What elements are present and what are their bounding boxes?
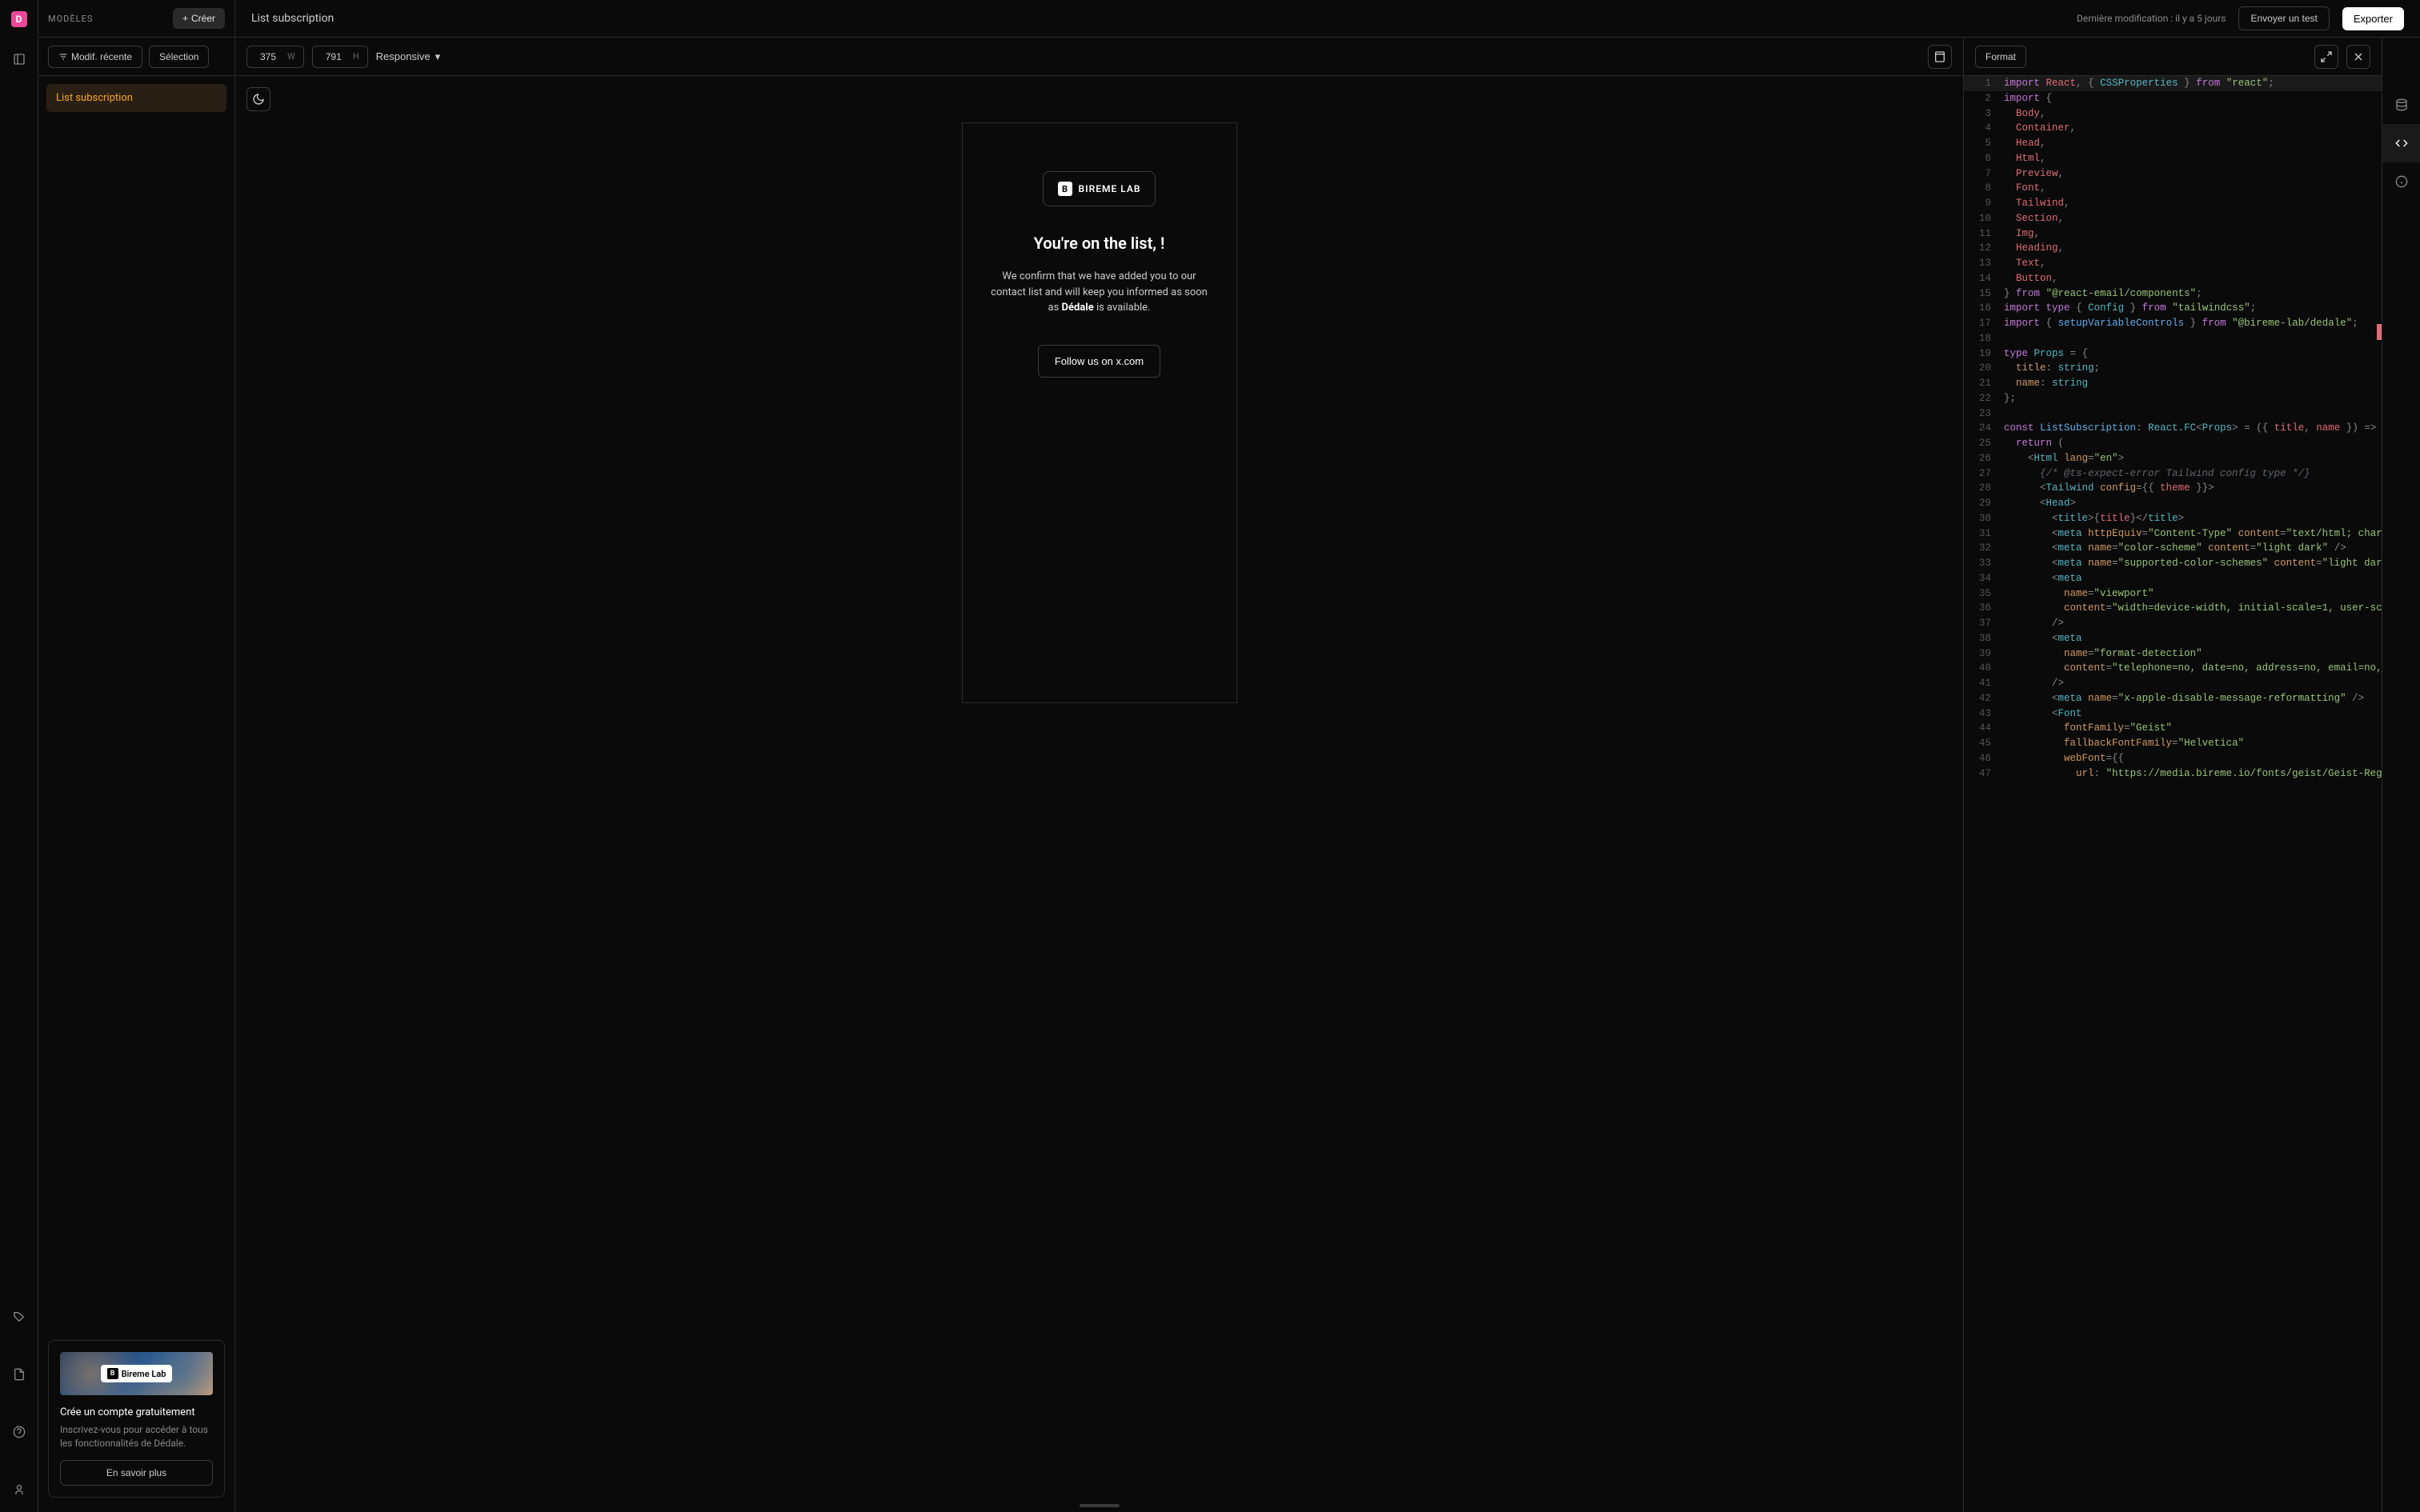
code-line[interactable]: 21 name: string (1964, 376, 2382, 391)
error-marker (2377, 324, 2382, 340)
send-test-button[interactable]: Envoyer un test (2238, 6, 2329, 30)
device-selector[interactable]: Responsive ▾ (376, 50, 440, 63)
horizontal-scrollbar[interactable] (1080, 1504, 1120, 1507)
code-line[interactable]: 26 <Html lang="en"> (1964, 451, 2382, 466)
code-line[interactable]: 23 (1964, 406, 2382, 422)
info-icon[interactable] (2382, 162, 2420, 201)
code-icon[interactable] (2382, 124, 2420, 162)
code-line[interactable]: 34 <meta (1964, 571, 2382, 586)
device-frame-button[interactable] (1928, 45, 1952, 69)
email-brand-logo: B BIREME LAB (1043, 171, 1156, 206)
promo-title: Crée un compte gratuitement (60, 1406, 213, 1418)
code-line[interactable]: 46 webFont={{ (1964, 751, 2382, 766)
help-icon[interactable] (10, 1422, 29, 1442)
code-line[interactable]: 27 {/* @ts-expect-error Tailwind config … (1964, 466, 2382, 482)
height-label: H (353, 51, 359, 62)
code-line[interactable]: 18 (1964, 331, 2382, 346)
email-cta-button[interactable]: Follow us on x.com (1038, 345, 1160, 378)
code-line[interactable]: 29 <Head> (1964, 496, 2382, 511)
tag-icon[interactable] (10, 1307, 29, 1326)
code-line[interactable]: 10 Section, (1964, 211, 2382, 226)
database-icon[interactable] (2382, 86, 2420, 124)
page-title: List subscription (251, 12, 334, 25)
create-button[interactable]: + Créer (173, 8, 225, 29)
code-line[interactable]: 28 <Tailwind config={{ theme }}> (1964, 481, 2382, 496)
tab-recent[interactable]: Modif. récente (48, 46, 142, 68)
preview-viewport[interactable]: B BIREME LAB You're on the list, ! We co… (235, 122, 1963, 1499)
code-line[interactable]: 19type Props = { (1964, 346, 2382, 362)
promo-description: Inscrivez-vous pour accéder à tous les f… (60, 1423, 213, 1450)
height-input[interactable] (321, 51, 347, 62)
height-input-wrap: H (312, 46, 368, 68)
document-icon[interactable] (10, 1365, 29, 1384)
chevron-down-icon: ▾ (435, 50, 441, 63)
promo-card: B Bireme Lab Crée un compte gratuitement… (48, 1340, 225, 1498)
width-input-wrap: W (246, 46, 304, 68)
code-line[interactable]: 1import React, { CSSProperties } from "r… (1964, 76, 2382, 91)
code-line[interactable]: 24const ListSubscription: React.FC<Props… (1964, 421, 2382, 436)
width-input[interactable] (255, 51, 281, 62)
sidebar: MODÈLES + Créer Modif. récente Sélection… (38, 0, 235, 1512)
app-logo[interactable]: D (11, 11, 27, 27)
code-line[interactable]: 8 Font, (1964, 181, 2382, 196)
code-line[interactable]: 36 content="width=device-width, initial-… (1964, 601, 2382, 616)
code-line[interactable]: 20 title: string; (1964, 361, 2382, 376)
code-line[interactable]: 35 name="viewport" (1964, 586, 2382, 602)
sidebar-item-list-subscription[interactable]: List subscription (46, 84, 226, 112)
code-line[interactable]: 2import { (1964, 91, 2382, 106)
code-line[interactable]: 31 <meta httpEquiv="Content-Type" conten… (1964, 526, 2382, 542)
left-icon-rail: D (0, 0, 38, 1512)
code-line[interactable]: 40 content="telephone=no, date=no, addre… (1964, 661, 2382, 676)
user-icon[interactable] (10, 1480, 29, 1499)
code-line[interactable]: 25 return ( (1964, 436, 2382, 451)
code-line[interactable]: 22}; (1964, 391, 2382, 406)
last-modified: Dernière modification : il y a 5 jours (2077, 13, 2226, 24)
code-line[interactable]: 15} from "@react-email/components"; (1964, 286, 2382, 302)
expand-button[interactable] (2314, 45, 2338, 69)
code-line[interactable]: 13 Text, (1964, 256, 2382, 271)
width-label: W (287, 51, 295, 62)
theme-toggle-button[interactable] (246, 87, 270, 111)
right-icon-rail (2382, 38, 2420, 1512)
code-editor[interactable]: 1import React, { CSSProperties } from "r… (1964, 76, 2382, 1512)
code-line[interactable]: 4 Container, (1964, 121, 2382, 136)
code-line[interactable]: 43 <Font (1964, 706, 2382, 722)
promo-cta-button[interactable]: En savoir plus (60, 1460, 213, 1486)
code-line[interactable]: 12 Heading, (1964, 241, 2382, 256)
tab-selection[interactable]: Sélection (149, 46, 209, 68)
code-line[interactable]: 5 Head, (1964, 136, 2382, 151)
panel-toggle-icon[interactable] (10, 50, 29, 69)
topbar: List subscription Dernière modification … (235, 0, 2420, 38)
code-line[interactable]: 14 Button, (1964, 271, 2382, 286)
code-line[interactable]: 33 <meta name="supported-color-schemes" … (1964, 556, 2382, 571)
code-line[interactable]: 17import { setupVariableControls } from … (1964, 316, 2382, 331)
plus-icon: + (182, 13, 188, 24)
code-line[interactable]: 16import type { Config } from "tailwindc… (1964, 301, 2382, 316)
code-line[interactable]: 47 url: "https://media.bireme.io/fonts/g… (1964, 766, 2382, 782)
code-line[interactable]: 37 /> (1964, 616, 2382, 631)
preview-panel: W H Responsive ▾ (235, 38, 1964, 1512)
export-button[interactable]: Exporter (2342, 7, 2404, 30)
code-line[interactable]: 30 <title>{title}</title> (1964, 511, 2382, 526)
code-line[interactable]: 11 Img, (1964, 226, 2382, 242)
code-line[interactable]: 32 <meta name="color-scheme" content="li… (1964, 541, 2382, 556)
code-line[interactable]: 3 Body, (1964, 106, 2382, 122)
close-button[interactable] (2346, 45, 2370, 69)
email-preview-frame: B BIREME LAB You're on the list, ! We co… (962, 122, 1237, 703)
code-panel: Format 1import React, { CSSProperties } … (1964, 38, 2382, 1512)
format-button[interactable]: Format (1975, 46, 2026, 68)
code-line[interactable]: 9 Tailwind, (1964, 196, 2382, 211)
sidebar-section-label: MODÈLES (48, 14, 93, 24)
code-line[interactable]: 7 Preview, (1964, 166, 2382, 182)
code-line[interactable]: 44 fontFamily="Geist" (1964, 721, 2382, 736)
email-title: You're on the list, ! (1034, 234, 1165, 253)
code-line[interactable]: 39 name="format-detection" (1964, 646, 2382, 662)
promo-image: B Bireme Lab (60, 1352, 213, 1395)
code-line[interactable]: 6 Html, (1964, 151, 2382, 166)
code-line[interactable]: 45 fallbackFontFamily="Helvetica" (1964, 736, 2382, 751)
email-body: We confirm that we have added you to our… (987, 269, 1212, 316)
code-line[interactable]: 38 <meta (1964, 631, 2382, 646)
code-line[interactable]: 41 /> (1964, 676, 2382, 691)
code-line[interactable]: 42 <meta name="x-apple-disable-message-r… (1964, 691, 2382, 706)
